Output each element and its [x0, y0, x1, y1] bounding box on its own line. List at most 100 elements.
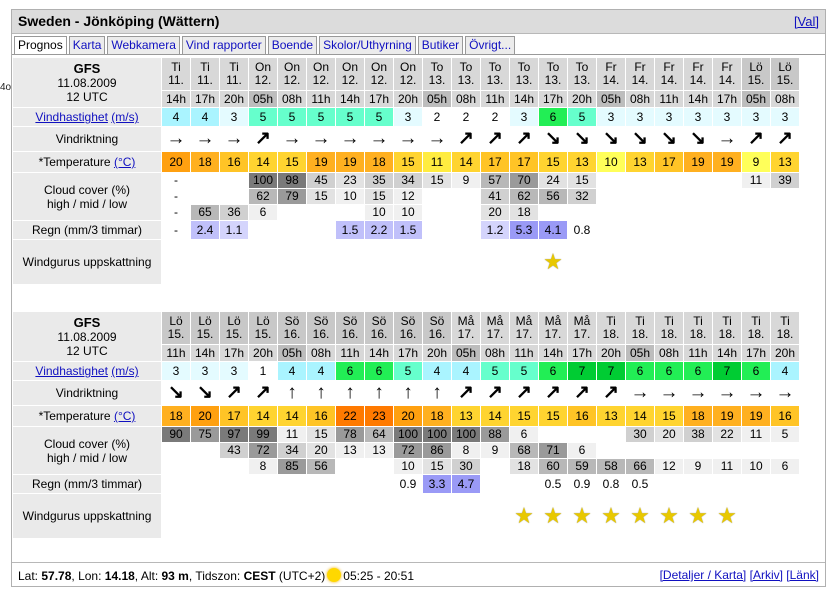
rain-cell — [742, 221, 770, 239]
cloud-cell: 90 — [162, 427, 190, 442]
wind-arrow-icon: ↗ — [777, 128, 793, 149]
run-date: 11.08.2009 — [57, 76, 117, 90]
tab-7[interactable]: Övrigt... — [465, 36, 516, 55]
day-date: 15. — [254, 327, 272, 341]
run-time: 12 UTC — [66, 90, 108, 104]
wind-speed-cell: 2 — [481, 108, 509, 126]
temperature-unit-link[interactable]: (°C) — [114, 409, 135, 423]
wind-arrow-icon: → — [311, 128, 331, 149]
cloud-cell: 11 — [278, 427, 306, 442]
tab-0[interactable]: Prognos — [14, 36, 67, 55]
cloud-cell: 22 — [713, 427, 741, 442]
wind-arrow-icon: ↘ — [632, 128, 648, 149]
star-icon — [742, 494, 770, 538]
select-link[interactable]: [Val] — [794, 14, 819, 29]
day-cell: Fr 14. — [684, 58, 712, 90]
hour-cell: 08h — [452, 91, 480, 107]
hour-cell: 14h — [365, 345, 393, 361]
cloud-cell: - — [162, 173, 190, 188]
wind-direction-row: Vindriktning → → → ↗ → → → → → → ↗ ↗ ↗ ↘ ↘ ↘ ↘ ↘ ↘ → ↗ ↗ — [13, 127, 799, 151]
forecast-panel: GFS 11.08.2009 12 UTC Ti 11. Ti 11. Ti 11. On 12. O… — [12, 54, 825, 560]
rain-cell: 0.9 — [568, 475, 596, 493]
cloud-cell: 10 — [365, 205, 393, 220]
tab-3[interactable]: Vind rapporter — [181, 36, 266, 55]
tab-1[interactable]: Karta — [68, 36, 106, 55]
day-cell: Fr 14. — [655, 58, 683, 90]
wind-unit-link[interactable]: (m/s) — [111, 110, 138, 124]
cloud-cell — [655, 173, 683, 188]
cloud-cell: 68 — [510, 443, 538, 458]
temperature-cell: 14 — [626, 406, 654, 426]
cloud-cell — [423, 205, 451, 220]
wind-arrow-icon: ↑ — [345, 382, 355, 403]
rain-cell: 0.5 — [626, 475, 654, 493]
star-icon — [394, 494, 422, 538]
day-row: GFS 11.08.2009 12 UTC Ti 11. Ti 11. Ti 11. On 12. O… — [13, 58, 799, 107]
tab-6[interactable]: Butiker — [417, 36, 464, 55]
day-cell: Ti 18. — [771, 312, 799, 344]
hour-cell: 14h — [191, 345, 219, 361]
wind-arrow-icon: ↗ — [516, 128, 532, 149]
cloud-cell: 6 — [510, 427, 538, 442]
archive-link[interactable]: [Arkiv] — [750, 568, 783, 582]
wind-arrow-icon: → — [398, 128, 418, 149]
rain-cell: 3.3 — [423, 475, 451, 493]
cloud-cover-label: Cloud cover (%) high / mid / low — [13, 173, 161, 220]
cloud-cell: 10 — [742, 459, 770, 474]
rain-cell: 4.1 — [539, 221, 567, 239]
day-cell: Lö 15. — [249, 312, 277, 344]
star-icon — [307, 494, 335, 538]
model-name: GFS — [73, 315, 101, 330]
hour-cell: 14h — [539, 345, 567, 361]
wind-unit-link[interactable]: (m/s) — [111, 364, 138, 378]
cloud-cell — [713, 205, 741, 220]
cloud-cell: 15 — [307, 427, 335, 442]
tab-2[interactable]: Webkamera — [107, 36, 180, 55]
tab-5[interactable]: Skolor/Uthyrning — [319, 36, 416, 55]
tab-4[interactable]: Boende — [267, 36, 318, 55]
hour-cell: 11h — [481, 91, 509, 107]
footer-bar: Lat: 57.78, Lon: 14.18, Alt: 93 m, Tidsz… — [12, 562, 825, 586]
cloud-cell: 11 — [742, 173, 770, 188]
wind-speed-link[interactable]: Vindhastighet — [35, 364, 108, 378]
temperature-cell: 18 — [162, 406, 190, 426]
day-date: 14. — [718, 73, 736, 87]
rain-cell — [510, 475, 538, 493]
wind-speed-cell: 6 — [539, 108, 567, 126]
rain-label: Regn (mm/3 timmar) — [13, 221, 161, 239]
wind-arrow-icon: ↗ — [226, 382, 242, 403]
temperature-cell: 15 — [655, 406, 683, 426]
rain-cell: 0.8 — [597, 475, 625, 493]
details-map-link[interactable]: [Detaljer / Karta] — [660, 568, 747, 582]
cloud-cell — [771, 205, 799, 220]
cloud-cell: - — [162, 189, 190, 204]
wind-speed-cell: 4 — [278, 362, 306, 380]
wind-arrow-icon: ↗ — [603, 382, 619, 403]
temperature-row: *Temperature (°C) 20 18 16 14 15 19 19 18 15 11 14 1… — [13, 152, 799, 172]
cloud-cell — [568, 205, 596, 220]
wind-arrow-icon: ↘ — [168, 382, 184, 403]
temperature-cell: 20 — [162, 152, 190, 172]
cloud-cell: 12 — [655, 459, 683, 474]
day-cell: Ti 18. — [713, 312, 741, 344]
temperature-cell: 15 — [510, 406, 538, 426]
cloud-cell — [655, 189, 683, 204]
cloud-cell: 10 — [336, 189, 364, 204]
temperature-unit-link[interactable]: (°C) — [114, 155, 135, 169]
wind-speed-link[interactable]: Vindhastighet — [35, 110, 108, 124]
cloud-cell: 35 — [365, 173, 393, 188]
tab-bar: Prognos Karta Webkamera Vind rapporter Boend… — [14, 36, 517, 55]
wind-direction-row: Vindriktning ↘ ↘ ↗ ↗ ↑ ↑ ↑ ↑ ↑ ↑ ↗ ↗ ↗ ↗ ↗ ↗ → → → → → → — [13, 381, 799, 405]
day-cell: Ti 11. — [162, 58, 190, 90]
day-date: 18. — [660, 327, 678, 341]
cloud-cell: 13 — [365, 443, 393, 458]
rain-cell — [307, 221, 335, 239]
day-date: 18. — [631, 327, 649, 341]
rain-cell: 0.8 — [568, 221, 596, 239]
temperature-label: *Temperature (°C) — [13, 152, 161, 172]
rain-cell — [713, 475, 741, 493]
rain-cell — [684, 221, 712, 239]
hour-cell: 14h — [510, 91, 538, 107]
link-link[interactable]: [Länk] — [786, 568, 819, 582]
cloud-cell: 38 — [684, 427, 712, 442]
